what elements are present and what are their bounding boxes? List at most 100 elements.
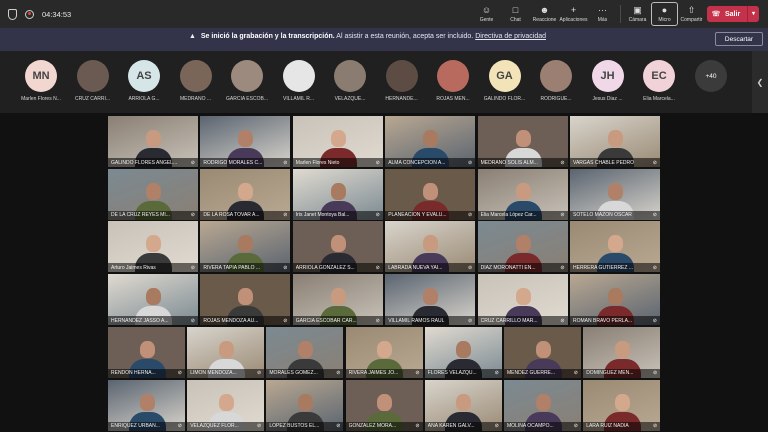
tile-label: DIAZ MORONATTI EN... ⊘ xyxy=(477,263,568,273)
participant-avatar-item[interactable]: EC Elia Marcela... xyxy=(635,60,683,102)
video-tile[interactable]: Elia Marcela López Car... ⊘ xyxy=(477,168,568,220)
participant-name: LARA RUIZ NADIA xyxy=(586,423,629,429)
participant-name: VELAZQUE... xyxy=(334,96,366,102)
video-tile[interactable]: MORALES GOMEZ... ⊘ xyxy=(266,326,344,378)
more-participants-button[interactable]: +40 xyxy=(695,60,727,92)
person-head xyxy=(423,182,439,200)
video-tile[interactable]: ARRIOLA GONZALEZ S... ⊘ xyxy=(292,221,383,273)
participant-avatar-item[interactable]: GA GALINDO FLOR... xyxy=(481,60,529,102)
tile-label: ENRIQUEZ URBAN... ⊘ xyxy=(108,421,185,431)
chevron-down-icon[interactable]: ▾ xyxy=(747,6,759,22)
video-tile[interactable]: DIAZ MORONATTI EN... ⊘ xyxy=(477,221,568,273)
video-tile[interactable]: HERNANDEZ JASSO A... ⊘ xyxy=(108,274,198,326)
video-tile[interactable]: ROMAN BRAVO PERLA... ⊘ xyxy=(570,274,660,326)
mic-off-icon: ⊘ xyxy=(652,264,657,271)
participant-avatar-item[interactable]: HERNANDE... xyxy=(378,60,426,102)
video-tile[interactable]: RENDON HERNA... ⊘ xyxy=(108,326,185,378)
apps-button[interactable]: + Aplicaciones xyxy=(559,0,588,28)
video-tile[interactable]: DE LA CRUZ REYES MI... ⊘ xyxy=(108,168,198,220)
participant-name: MEDRANO SOLIS ALM... xyxy=(480,159,538,166)
chat-button[interactable]: □ Chat xyxy=(501,0,530,28)
video-tile[interactable]: RODRIGO MORALES C... ⊘ xyxy=(200,116,291,167)
video-tile[interactable]: VARGAS CHABLE PEDRO ⊘ xyxy=(570,116,660,167)
video-tile[interactable]: DOMINGUEZ MEN... ⊘ xyxy=(583,326,661,378)
participant-name: DE LA CRUZ REYES MI... xyxy=(111,212,170,219)
video-tile[interactable]: FLORES VELAZQU... ⊘ xyxy=(424,326,502,378)
video-tile[interactable]: PLANEACIÓN Y EVALU... ⊘ xyxy=(385,168,476,220)
video-tile[interactable]: SOTELO MAZON OSCAR ⊘ xyxy=(570,168,660,220)
participant-avatar-item[interactable]: VELAZQUE... xyxy=(326,60,374,102)
video-tile[interactable]: Arturo Jaimes Rivas ⊘ xyxy=(108,221,198,273)
dismiss-button[interactable]: Descartar xyxy=(715,32,763,46)
participant-strip: MN Marlen Flores N... CRUZ CARRI... AS ARRIO… xyxy=(0,51,768,113)
person-head xyxy=(297,393,313,411)
participant-avatar-item[interactable]: RODRIGUE... xyxy=(532,60,580,102)
video-tile[interactable]: ANA KAREN GALV... ⊘ xyxy=(424,379,502,431)
mic-off-icon: ⊘ xyxy=(190,159,195,166)
share-label: Compartir xyxy=(680,16,703,23)
video-tile[interactable]: MOLINA OCAMPO... ⊘ xyxy=(504,379,581,431)
people-button[interactable]: ☺ Gente xyxy=(472,0,501,28)
video-tile[interactable]: MEDRANO SOLIS ALM... ⊘ xyxy=(477,116,568,167)
video-tile[interactable]: GONZALEZ MORA... ⊘ xyxy=(345,379,423,431)
microphone-button[interactable]: ● Micro xyxy=(651,2,678,26)
chevron-left-icon[interactable]: ❮ xyxy=(752,51,768,113)
person-head xyxy=(456,340,472,358)
person-head xyxy=(377,340,393,358)
mic-off-icon: ⊘ xyxy=(573,423,578,429)
video-tile[interactable]: LOPEZ BUSTOS EL... ⊘ xyxy=(266,379,344,431)
video-tile[interactable]: ENRIQUEZ URBAN... ⊘ xyxy=(108,379,185,431)
participant-name: ROJAS MENDOZA AU... xyxy=(203,317,259,324)
banner-message: ▲ Se inició la grabación y la transcripc… xyxy=(189,33,546,40)
tile-label: ALMA CONCEPCION A... ⊘ xyxy=(385,158,476,167)
participant-avatar-item[interactable]: CRUZ CARRI... xyxy=(69,60,117,102)
shield-icon[interactable] xyxy=(8,8,17,20)
mic-off-icon: ⊘ xyxy=(256,423,262,429)
share-button[interactable]: ⇧ Compartir xyxy=(678,0,705,28)
participant-avatar-item[interactable]: MEDRANO ... xyxy=(172,60,220,102)
participant-name: FLORES VELAZQU... xyxy=(427,370,477,377)
video-tile[interactable]: MENDEZ GUERRE... ⊘ xyxy=(504,326,581,378)
video-tile[interactable]: GARCIA ESCOBAR CAR... ⊘ xyxy=(292,274,383,326)
video-tile[interactable]: RIVERA JAIMES JO... ⊘ xyxy=(345,326,423,378)
participant-name: Jesus Diaz ... xyxy=(592,96,623,102)
video-tile[interactable]: ALMA CONCEPCION A... ⊘ xyxy=(385,116,476,167)
privacy-link[interactable]: Directiva de privacidad xyxy=(475,33,546,40)
mic-off-icon: ⊘ xyxy=(336,370,341,377)
video-tile[interactable]: ROJAS MENDOZA AU... ⊘ xyxy=(200,274,291,326)
video-tile[interactable]: Marlen Flores Nieto ⊘ xyxy=(292,116,383,167)
person-head xyxy=(515,182,531,200)
participant-avatar-item[interactable]: VILLAMIL R... xyxy=(275,60,323,102)
tile-label: DE LA ROSA TOVAR A... ⊘ xyxy=(200,210,291,220)
participant-avatar-item[interactable]: JH Jesus Diaz ... xyxy=(584,60,632,102)
camera-button[interactable]: ▣ Cámara xyxy=(624,0,651,28)
leave-button[interactable]: ☏ Salir ▾ xyxy=(707,6,759,22)
reactions-button[interactable]: ☻ Reaccione xyxy=(530,0,559,28)
video-tile[interactable]: CRUZ CARRILLO MAR... ⊘ xyxy=(477,274,568,326)
leave-label: Salir xyxy=(725,10,741,18)
more-button[interactable]: ··· Más xyxy=(588,0,617,28)
video-tile[interactable]: DE LA ROSA TOVAR A... ⊘ xyxy=(200,168,291,220)
participant-name: LIMON MENDOZA... xyxy=(190,370,237,377)
mic-off-icon: ⊘ xyxy=(336,423,341,429)
participant-avatar-item[interactable]: MN Marlen Flores N... xyxy=(17,60,65,102)
video-tile[interactable]: Iris Janet Montoya Bal... ⊘ xyxy=(292,168,383,220)
participant-name: DIAZ MORONATTI EN... xyxy=(480,264,536,271)
video-tile[interactable]: LABRADA NUEVA YAI... ⊘ xyxy=(385,221,476,273)
participant-avatar-item[interactable]: ROJAS MEN... xyxy=(429,60,477,102)
mic-off-icon: ⊘ xyxy=(415,370,420,377)
video-tile[interactable]: VILLAMIL RAMOS RAUL ⊘ xyxy=(385,274,476,326)
participant-avatar-item[interactable]: GARCIA ESCOB... xyxy=(223,60,271,102)
video-tile[interactable]: GALINDO FLORES ANGEL... ⊘ xyxy=(108,116,198,167)
participant-name: Elia Marcela López Car... xyxy=(480,212,537,219)
mic-off-icon: ⊘ xyxy=(190,264,195,271)
tile-label: GONZALEZ MORA... ⊘ xyxy=(345,421,423,431)
video-tile[interactable]: LIMON MENDOZA... ⊘ xyxy=(187,326,265,378)
video-tile[interactable]: RIVERA TAPIA PABLO ... ⊘ xyxy=(200,221,291,273)
video-tile[interactable]: LARA RUIZ NADIA ⊘ xyxy=(583,379,661,431)
video-tile[interactable]: HERRERA GUTIERREZ ... ⊘ xyxy=(570,221,660,273)
participant-name: HERNANDE... xyxy=(385,96,418,102)
participant-avatar-item[interactable]: AS ARRIOLA G... xyxy=(120,60,168,102)
video-tile[interactable]: VELAZQUEZ FLOR... ⊘ xyxy=(187,379,265,431)
mic-off-icon: ⊘ xyxy=(494,370,499,377)
